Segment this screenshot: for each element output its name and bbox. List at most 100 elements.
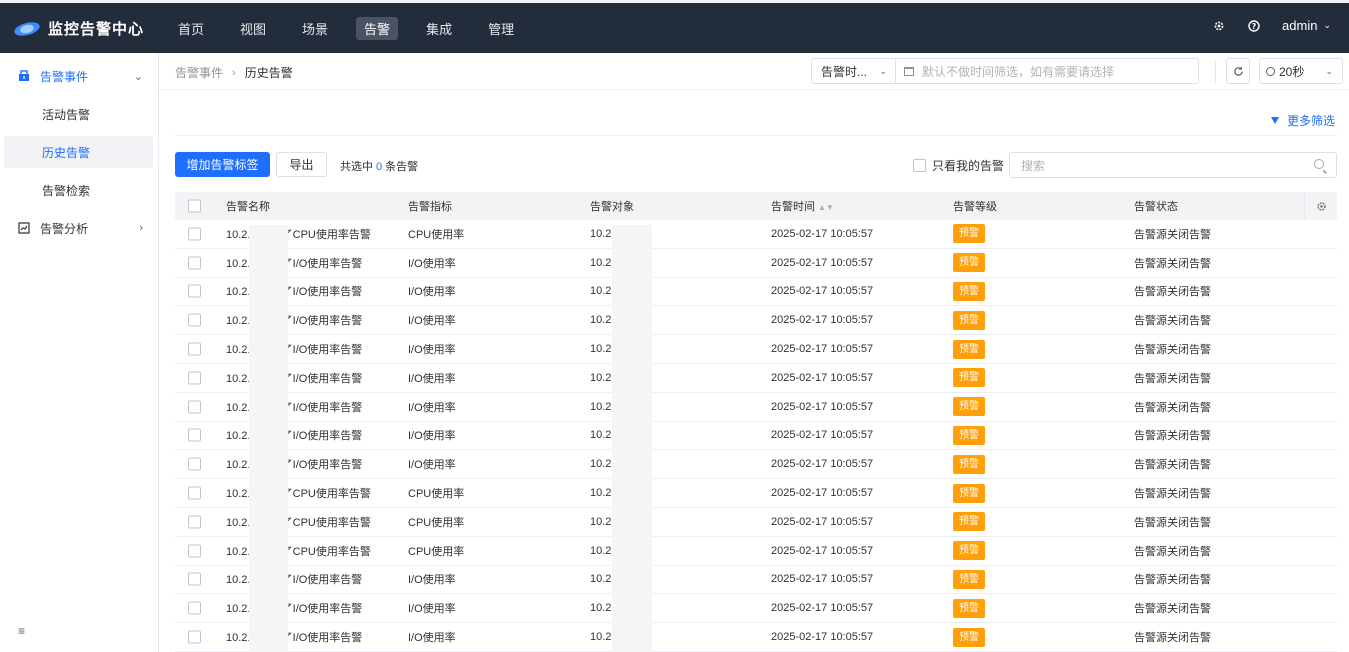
- row-checkbox[interactable]: [188, 515, 201, 529]
- cell-level: 预警: [953, 483, 985, 503]
- cell-name[interactable]: 10.2.1 发生了I/O使用率告警: [226, 370, 362, 386]
- cell-name[interactable]: 10.2.1 发生了I/O使用率告警: [226, 312, 362, 328]
- row-checkbox[interactable]: [188, 544, 201, 558]
- cell-name[interactable]: 10.2.1 发生了CPU使用率告警: [226, 514, 371, 530]
- table-row[interactable]: 10.2.1 发生了CPU使用率告警 CPU使用率 10.2. 2025-02-17 …: [175, 508, 1337, 537]
- add-alarm-tag-button[interactable]: 增加告警标签: [175, 152, 270, 177]
- row-checkbox[interactable]: [188, 400, 201, 414]
- cell-name[interactable]: 10.2.1 发生了I/O使用率告警: [226, 283, 362, 299]
- nav-item-scene[interactable]: 场景: [294, 17, 336, 40]
- row-checkbox[interactable]: [188, 256, 201, 270]
- cell-metric: I/O使用率: [408, 603, 456, 616]
- table-row[interactable]: 10.2.1 发生了CPU使用率告警 CPU使用率 10.2. 2025-02-17 …: [175, 479, 1337, 508]
- column-settings-icon[interactable]: [1304, 192, 1337, 220]
- search-input[interactable]: 搜索: [1009, 152, 1337, 178]
- cell-level: 预警: [953, 454, 985, 474]
- cell-name[interactable]: 10.2.1 发生了CPU使用率告警: [226, 485, 371, 501]
- gear-icon[interactable]: [1212, 19, 1225, 32]
- search-icon[interactable]: [1314, 159, 1324, 169]
- row-checkbox[interactable]: [188, 284, 201, 298]
- row-checkbox[interactable]: [188, 630, 201, 644]
- table-row[interactable]: 10.2.1 发生了I/O使用率告警 I/O使用率 10.2. 2025-02-17 …: [175, 623, 1337, 652]
- cell-name[interactable]: 10.2.1 发生了I/O使用率告警: [226, 399, 362, 415]
- header-time-label: 告警时间: [771, 201, 815, 213]
- row-checkbox[interactable]: [188, 313, 201, 327]
- header-name: 告警名称: [226, 201, 270, 213]
- breadcrumb-parent[interactable]: 告警事件: [175, 64, 223, 81]
- cell-time: 2025-02-17 10:05:57: [771, 400, 874, 413]
- select-all-checkbox[interactable]: [188, 199, 201, 213]
- header-time[interactable]: 告警时间 ▲▼: [771, 198, 834, 214]
- sort-icon[interactable]: ▲▼: [818, 203, 834, 212]
- cell-object: 10.2.: [590, 544, 615, 557]
- row-checkbox[interactable]: [188, 227, 201, 241]
- row-checkbox[interactable]: [188, 486, 201, 500]
- level-badge: 预警: [953, 224, 985, 244]
- user-menu[interactable]: admin ⌄: [1282, 18, 1331, 33]
- only-mine-checkbox[interactable]: 只看我的告警: [913, 157, 1004, 174]
- table-row[interactable]: 10.2.1 发生了I/O使用率告警 I/O使用率 10.2. 2025-02-17 …: [175, 364, 1337, 393]
- sidebar-group-alarm-events[interactable]: 告警事件 ⌄: [4, 60, 153, 92]
- refresh-interval-select[interactable]: 20秒 ⌄: [1259, 58, 1343, 84]
- table-row[interactable]: 10.2.1 发生了I/O使用率告警 I/O使用率 10.2. 2025-02-17 …: [175, 594, 1337, 624]
- table-row[interactable]: 10.2.1 发生了I/O使用率告警 I/O使用率 10.2. 2025-02-17 …: [175, 278, 1337, 307]
- only-mine-label: 只看我的告警: [932, 159, 1005, 173]
- chart-icon: [18, 222, 30, 234]
- row-checkbox[interactable]: [188, 428, 201, 442]
- svg-text:?: ?: [1251, 22, 1256, 31]
- row-checkbox[interactable]: [188, 572, 201, 586]
- table-row[interactable]: 10.2.1 发生了I/O使用率告警 I/O使用率 10.2. 2025-02-17 …: [175, 249, 1337, 278]
- time-range-picker[interactable]: 默认不做时间筛选，如有需要请选择: [895, 58, 1199, 84]
- table-row[interactable]: 10.2.1 发生了CPU使用率告警 CPU使用率 10.2. 2025-02-17 …: [175, 220, 1337, 249]
- cell-name[interactable]: 10.2.1 发生了I/O使用率告警: [226, 255, 362, 271]
- sidebar-item-history-alarms[interactable]: 历史告警: [4, 136, 153, 168]
- row-checkbox[interactable]: [188, 371, 201, 385]
- table-row[interactable]: 10.2.1 发生了I/O使用率告警 I/O使用率 10.2. 2025-02-17 …: [175, 306, 1337, 336]
- chevron-down-icon: ⌄: [1323, 20, 1331, 30]
- cell-level: 预警: [953, 368, 985, 388]
- table-row[interactable]: 10.2.1 发生了I/O使用率告警 I/O使用率 10.2. 2025-02-17 …: [175, 422, 1337, 451]
- table-row[interactable]: 10.2.1 发生了I/O使用率告警 I/O使用率 10.2. 2025-02-17 …: [175, 393, 1337, 422]
- nav-item-alarm[interactable]: 告警: [356, 17, 399, 40]
- cell-name[interactable]: 10.2.1 发生了I/O使用率告警: [226, 571, 362, 587]
- row-checkbox[interactable]: [188, 342, 201, 356]
- table-row[interactable]: 10.2.1 发生了I/O使用率告警 I/O使用率 10.2. 2025-02-17 …: [175, 450, 1337, 480]
- nav-item-integration[interactable]: 集成: [418, 17, 460, 40]
- cell-level: 预警: [953, 569, 985, 589]
- cell-metric: I/O使用率: [408, 257, 456, 270]
- refresh-button[interactable]: [1226, 58, 1250, 84]
- cell-name[interactable]: 10.2.1 发生了CPU使用率告警: [226, 226, 371, 242]
- cell-name[interactable]: 10.2.1 发生了I/O使用率告警: [226, 341, 362, 357]
- cell-name[interactable]: 10.2.1 发生了I/O使用率告警: [226, 600, 362, 616]
- header-metric: 告警指标: [408, 201, 452, 213]
- row-checkbox[interactable]: [188, 601, 201, 615]
- cell-name[interactable]: 10.2.1 发生了I/O使用率告警: [226, 427, 362, 443]
- sidebar-group-alarm-analysis[interactable]: 告警分析 ›: [4, 212, 153, 244]
- checkbox[interactable]: [913, 159, 926, 172]
- brand[interactable]: 监控告警中心: [12, 18, 144, 39]
- export-button[interactable]: 导出: [276, 152, 327, 177]
- sidebar-item-alarm-search[interactable]: 告警检索: [4, 174, 153, 206]
- selected-count-text: 共选中 0 条告警: [340, 158, 418, 174]
- chevron-down-icon: ⌄: [1325, 65, 1333, 76]
- divider: [1215, 61, 1216, 83]
- sidebar-item-active-alarms[interactable]: 活动告警: [4, 98, 153, 130]
- row-checkbox[interactable]: [188, 457, 201, 471]
- time-type-select[interactable]: 告警时... ⌄: [811, 58, 896, 84]
- table-row[interactable]: 10.2.1 发生了I/O使用率告警 I/O使用率 10.2. 2025-02-17 …: [175, 335, 1337, 364]
- nav-item-view[interactable]: 视图: [232, 17, 274, 40]
- cell-level: 预警: [953, 425, 985, 445]
- table-row[interactable]: 10.2.1 发生了CPU使用率告警 CPU使用率 10.2. 2025-02-17 …: [175, 537, 1337, 566]
- more-filter-link[interactable]: 更多筛选: [1270, 112, 1335, 129]
- nav-item-manage[interactable]: 管理: [480, 17, 522, 40]
- nav-item-home[interactable]: 首页: [170, 17, 212, 40]
- time-type-value: 告警时...: [821, 64, 868, 79]
- collapse-menu-icon[interactable]: ≡: [18, 624, 25, 638]
- cell-name[interactable]: 10.2.1 发生了I/O使用率告警: [226, 629, 362, 645]
- cell-name[interactable]: 10.2.1 发生了I/O使用率告警: [226, 456, 362, 472]
- level-badge: 预警: [953, 253, 985, 273]
- level-badge: 预警: [953, 627, 985, 647]
- cell-name[interactable]: 10.2.1 发生了CPU使用率告警: [226, 543, 371, 559]
- help-icon[interactable]: ?: [1247, 19, 1260, 32]
- table-row[interactable]: 10.2.1 发生了I/O使用率告警 I/O使用率 10.2. 2025-02-17 …: [175, 566, 1337, 595]
